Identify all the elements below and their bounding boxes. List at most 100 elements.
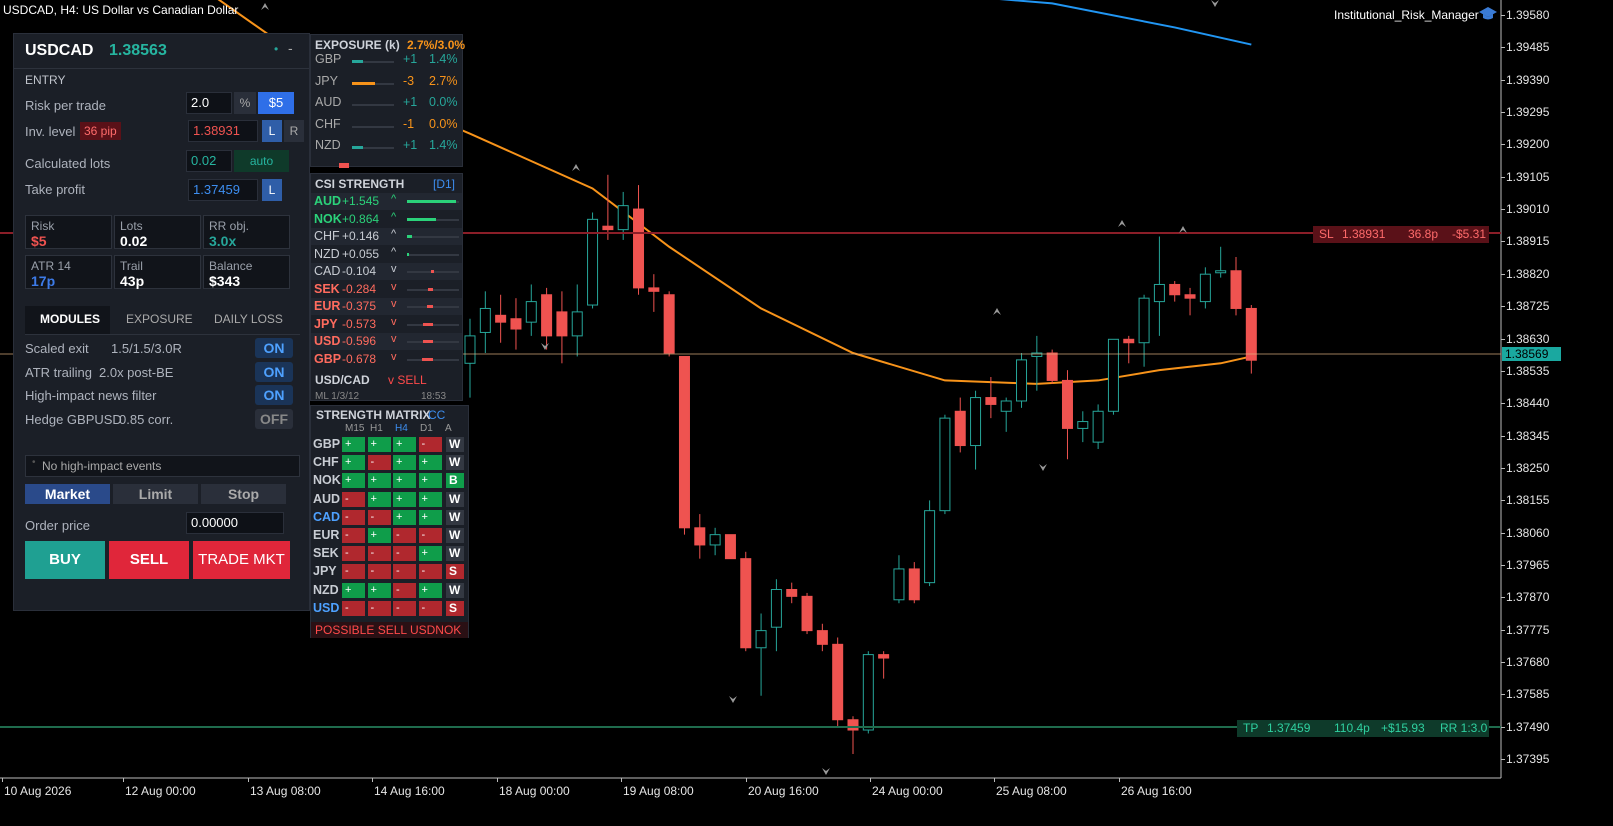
matrix-cell: - — [367, 564, 391, 580]
fractal-up-arrow-icon — [1179, 226, 1187, 233]
bear-candle — [495, 314, 507, 323]
exposure-ccy: GBP — [315, 52, 342, 66]
inv-r-button[interactable]: R — [284, 120, 304, 142]
risk-dollar-button[interactable]: $5 — [258, 92, 294, 114]
order-type-stop[interactable]: Stop — [201, 484, 286, 504]
module-toggle[interactable]: OFF — [255, 408, 293, 429]
time-axis-tick — [372, 778, 373, 782]
tab-modules[interactable]: MODULES — [40, 312, 100, 326]
divider — [14, 68, 309, 69]
sl-tag[interactable]: SL 1.38931 36.8p -$5.31 — [1313, 226, 1489, 243]
matrix-column-header: M15 — [345, 423, 365, 434]
matrix-cell: - — [393, 546, 416, 562]
sell-button[interactable]: SELL — [109, 541, 189, 579]
blue-moving-average — [999, 0, 1252, 46]
price-axis-label: 1.37585 — [1506, 687, 1550, 702]
matrix-column-header: H4 — [395, 423, 408, 434]
bull-candle — [1138, 297, 1150, 344]
inv-l-button[interactable]: L — [262, 120, 282, 142]
exposure-pct: 0.0% — [429, 116, 458, 131]
time-axis-label: 19 Aug 08:00 — [623, 784, 694, 798]
exposure-pct: 0.0% — [429, 95, 458, 109]
price-axis-tick — [1501, 273, 1505, 275]
tp-tag[interactable]: TP 1.37459 110.4p +$15.93 RR 1:3.0 — [1237, 720, 1489, 737]
tab-daily-loss[interactable]: DAILY LOSS — [214, 312, 283, 326]
trade-market-button[interactable]: TRADE MKT — [193, 541, 290, 579]
module-toggle[interactable]: ON — [255, 338, 293, 358]
csi-value: +0.146 — [342, 229, 380, 243]
tab-exposure[interactable]: EXPOSURE — [126, 312, 193, 326]
time-axis-tick — [994, 778, 995, 782]
fractal-down-arrow-icon — [1211, 0, 1219, 7]
matrix-action: W — [446, 509, 464, 525]
time-axis-label: 14 Aug 16:00 — [374, 784, 445, 798]
price-axis-tick — [1501, 500, 1505, 502]
matrix-cell: - — [367, 455, 391, 471]
risk-input[interactable]: 2.0 — [186, 92, 232, 114]
tp-l-button[interactable]: L — [262, 179, 282, 201]
stat-tile: Balance $343 — [203, 255, 290, 289]
order-type-limit[interactable]: Limit — [113, 484, 198, 504]
bull-candle — [1215, 270, 1227, 274]
csi-value: -0.678 — [342, 351, 377, 366]
matrix-cell: - — [342, 564, 365, 580]
matrix-cell: + — [367, 491, 391, 507]
bull-candle — [1199, 273, 1211, 303]
csi-bar-fill — [427, 305, 433, 308]
matrix-cell: - — [418, 528, 442, 543]
buy-button[interactable]: BUY — [25, 541, 105, 579]
bear-candle — [985, 397, 997, 405]
matrix-column-header: A — [445, 423, 452, 434]
indicator-name: Institutional_Risk_Manager — [1334, 8, 1479, 22]
news-text: No high-impact events — [42, 459, 162, 473]
csi-ccy: CHF — [314, 229, 340, 243]
bull-candle — [617, 205, 629, 231]
matrix-cell: + — [393, 455, 416, 471]
module-name: Hedge GBPUSD — [25, 411, 122, 427]
lots-auto-toggle[interactable]: auto — [234, 150, 289, 172]
module-toggle[interactable]: ON — [255, 361, 293, 382]
csi-timeframe[interactable]: [D1] — [433, 177, 455, 191]
inv-level-input[interactable]: 1.38931 — [188, 120, 258, 142]
csi-row: CHF +0.146 ^ — [311, 228, 462, 245]
exposure-ccy: NZD — [315, 138, 341, 152]
take-profit-input[interactable]: 1.37459 — [188, 179, 258, 201]
lots-input[interactable]: 0.02 — [186, 150, 232, 172]
matrix-title: STRENGTH MATRIX — [316, 408, 431, 422]
risk-percent-button[interactable]: % — [234, 92, 256, 114]
csi-direction: v — [391, 315, 397, 328]
status-dot-icon: • — [274, 42, 279, 56]
csi-bar-fill — [407, 200, 456, 203]
matrix-cell: - — [367, 600, 391, 616]
matrix-cell: - — [342, 600, 365, 616]
matrix-cell: + — [418, 455, 442, 471]
time-axis-label: 26 Aug 16:00 — [1121, 784, 1192, 798]
price-axis-label: 1.39010 — [1506, 202, 1550, 217]
time-axis-tick — [248, 778, 249, 782]
exposure-ccy: AUD — [315, 95, 342, 109]
sl-tag-amount: -$5.31 — [1452, 227, 1487, 241]
exposure-bar-fill — [352, 146, 363, 149]
matrix-cell: + — [418, 491, 442, 507]
exposure-bar-fill — [352, 60, 363, 63]
csi-strength-panel: CSI STRENGTH [D1] AUD +1.545 ^ NOK +0.864 ^ CH… — [310, 173, 463, 402]
module-detail: 0.85 corr. — [119, 411, 174, 427]
csi-row: NOK +0.864 ^ — [311, 210, 462, 228]
minimize-icon[interactable]: - — [288, 40, 293, 56]
bull-candle — [709, 534, 721, 546]
matrix-cell: + — [393, 491, 416, 507]
csi-value: +0.864 — [342, 211, 380, 226]
order-price-input[interactable]: 0.00000 — [186, 512, 284, 534]
order-type-market[interactable]: Market — [25, 484, 110, 504]
price-axis-label: 1.37870 — [1506, 590, 1550, 605]
panel-price: 1.38563 — [109, 42, 167, 59]
fractal-down-arrow-icon — [729, 696, 737, 703]
bear-candle — [1123, 338, 1135, 344]
price-axis-label: 1.38725 — [1506, 299, 1550, 314]
csi-value: -0.284 — [342, 281, 377, 296]
price-axis-tick — [1501, 662, 1505, 663]
matrix-cell: - — [418, 600, 442, 616]
matrix-ccy: NZD — [313, 582, 339, 597]
panel-symbol: USDCAD — [25, 42, 94, 59]
module-toggle[interactable]: ON — [255, 385, 293, 405]
